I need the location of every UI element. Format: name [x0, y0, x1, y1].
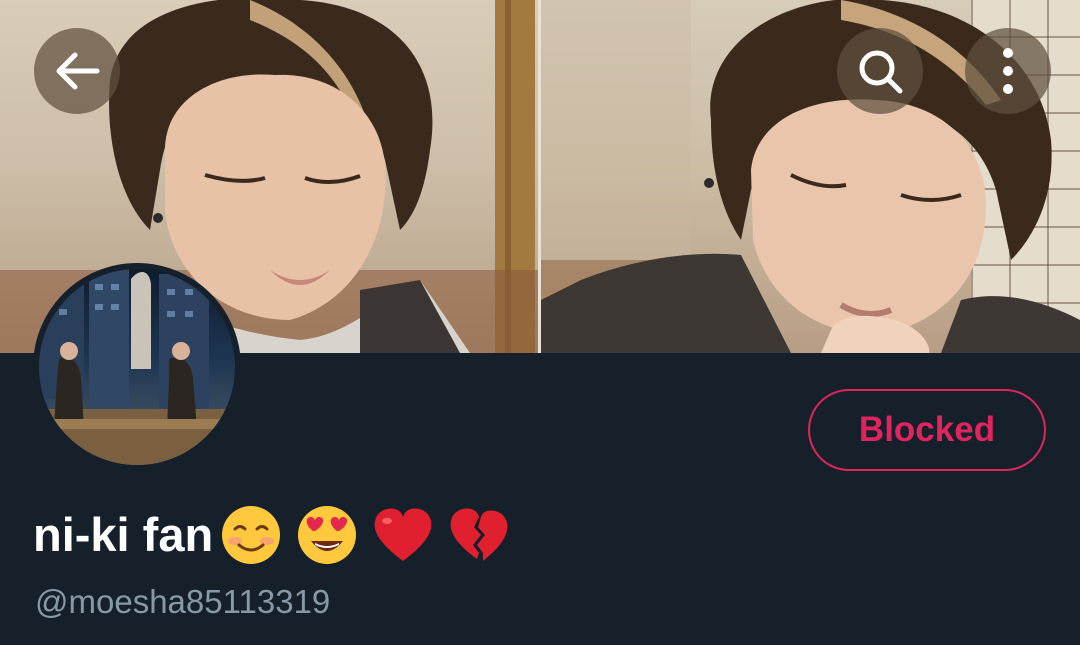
- heart-eyes-emoji: [298, 506, 357, 564]
- arrow-left-icon: [56, 52, 100, 90]
- blocked-button[interactable]: Blocked: [808, 389, 1046, 471]
- display-name-emojis: [219, 503, 523, 567]
- search-button[interactable]: [837, 28, 923, 114]
- avatar-image: [39, 269, 235, 465]
- display-name: ni-ki fan: [33, 500, 523, 570]
- banner-photo-right: [541, 0, 1080, 353]
- more-options-button[interactable]: [965, 28, 1051, 114]
- display-name-text: ni-ki fan: [33, 508, 214, 561]
- smiling-face-emoji: [222, 506, 281, 564]
- avatar-art: [39, 269, 235, 465]
- broken-heart-emoji: [450, 508, 508, 561]
- more-vertical-icon: [1003, 48, 1013, 94]
- search-icon: [859, 50, 903, 94]
- red-heart-emoji: [374, 508, 432, 561]
- avatar[interactable]: [33, 263, 241, 471]
- back-button[interactable]: [34, 28, 120, 114]
- user-handle: @moesha85113319: [35, 583, 331, 620]
